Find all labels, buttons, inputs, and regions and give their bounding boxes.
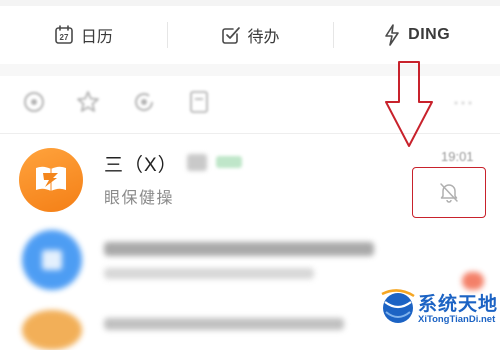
tab-calendar-label: 日历 [80,29,113,46]
tab-ding[interactable]: DING [333,6,500,64]
calendar-icon: 27 [54,25,74,45]
circle-icon[interactable] [22,90,46,119]
tab-todo[interactable]: 待办 [166,6,334,64]
chat-title: 三（X） [104,155,178,176]
bookmark-icon[interactable] [188,90,210,119]
blurred-tag [216,156,242,168]
bell-mute-icon[interactable] [438,181,460,208]
blurred-preview [104,268,314,279]
blurred-name [187,154,207,171]
avatar [22,230,82,290]
annotation-highlight-box [412,167,486,218]
lightning-icon [383,24,401,46]
checkbox-icon [221,25,241,45]
annotation-arrow [384,60,434,155]
chat-time: 19:01 [441,149,474,164]
tab-ding-label: DING [408,26,451,43]
watermark-logo: 系统天地 XiTongTianDi.net [380,286,498,332]
book-app-icon [32,159,70,202]
quick-tabs-bar: 27 日历 待办 DING [0,6,500,64]
globe-logo-icon [380,288,416,333]
refresh-icon[interactable] [132,90,156,119]
tab-calendar[interactable]: 27 日历 [0,6,167,64]
star-icon[interactable] [76,90,100,119]
blurred-title [104,242,374,256]
avatar [19,148,83,212]
watermark-title: 系统天地 [418,294,499,315]
svg-text:27: 27 [59,33,68,42]
tab-todo-label: 待办 [247,29,280,46]
watermark-subtitle: XiTongTianDi.net [418,314,496,325]
blurred-title [104,318,344,330]
more-icon[interactable]: ··· [453,92,474,113]
avatar [22,310,82,350]
chat-preview: 眼保健操 [104,190,175,207]
